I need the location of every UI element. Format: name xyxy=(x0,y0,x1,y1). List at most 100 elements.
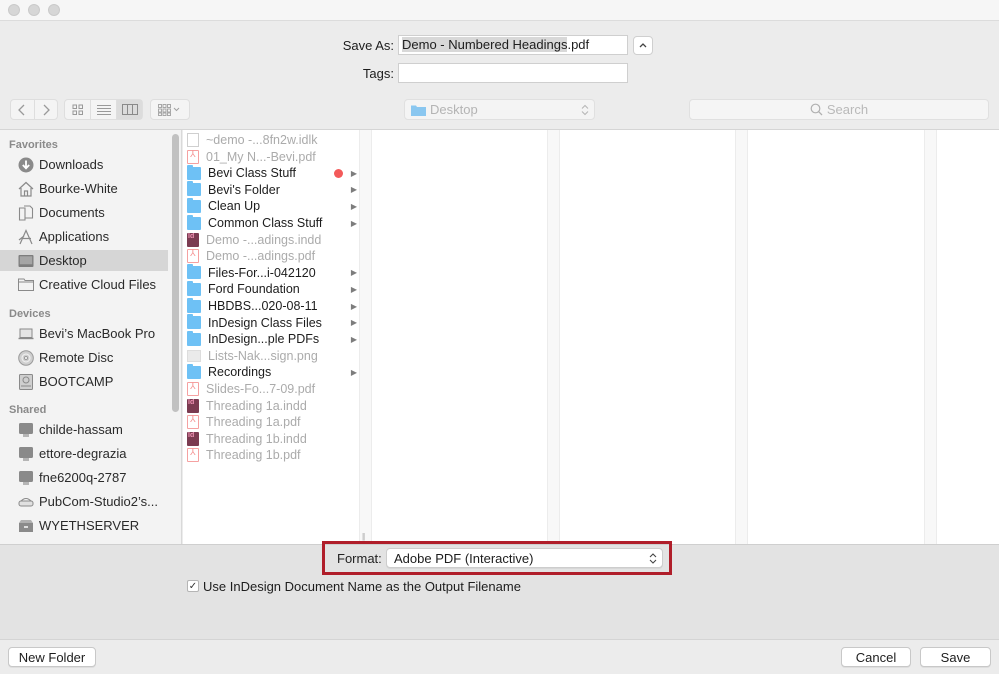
applications-icon xyxy=(17,228,34,245)
download-icon xyxy=(17,157,34,173)
file-name: HBDBS...020-08-11 xyxy=(208,299,318,313)
use-document-name-checkbox[interactable]: ✓ xyxy=(187,580,199,592)
folder-icon xyxy=(187,264,201,280)
file-name: Threading 1b.indd xyxy=(206,431,307,446)
file-name: Ford Foundation xyxy=(208,282,300,297)
file-name: Slides-Fo...7-09.pdf xyxy=(206,382,316,396)
disclosure-arrow-icon: ▶ xyxy=(350,218,357,228)
file-name: Threading 1a.pdf xyxy=(206,415,301,430)
sidebar-item-wyethserver[interactable]: WYETHSERVER xyxy=(0,515,168,536)
sidebar-item-label: Bevi’s MacBook Pro xyxy=(39,326,156,341)
sidebar-item-documents[interactable]: Documents xyxy=(0,202,168,223)
sidebar-scrollbar[interactable] xyxy=(172,134,179,412)
folder-row[interactable]: Bevi Class Stuff ▶ xyxy=(187,164,357,181)
pdf-file-icon xyxy=(187,149,199,164)
icon-view-button[interactable] xyxy=(65,100,91,119)
up-down-arrows-icon xyxy=(649,553,657,564)
file-row[interactable]: Demo -...adings.pdf xyxy=(187,248,357,264)
column-resize-handle[interactable]: || xyxy=(362,532,365,541)
file-name: Lists-Nak...sign.png xyxy=(208,348,318,363)
monitor-icon xyxy=(17,422,34,438)
folder-icon xyxy=(187,280,201,296)
folder-row[interactable]: Common Class Stuff ▶ xyxy=(187,214,357,231)
column-divider[interactable] xyxy=(359,130,372,545)
file-row[interactable]: Threading 1a.pdf xyxy=(187,414,357,430)
folder-icon xyxy=(187,164,201,180)
disclosure-arrow-icon: ▶ xyxy=(350,268,357,278)
folder-icon xyxy=(411,105,426,116)
save-button[interactable]: Save xyxy=(920,647,991,667)
disclosure-arrow-icon: ▶ xyxy=(350,318,357,328)
file-row[interactable]: Slides-Fo...7-09.pdf xyxy=(187,381,357,397)
sidebar-item-macbook-pro[interactable]: Bevi’s MacBook Pro xyxy=(0,323,168,344)
file-name: Bevi Class Stuff xyxy=(208,166,297,181)
file-row[interactable]: Threading 1a.indd xyxy=(187,398,357,414)
folder-row[interactable]: Files-For...i-042120 ▶ xyxy=(187,264,357,281)
file-row[interactable]: Threading 1b.pdf xyxy=(187,447,357,463)
folder-row[interactable]: Bevi's Folder ▶ xyxy=(187,181,357,198)
file-row[interactable]: 01_My N...-Bevi.pdf xyxy=(187,149,357,165)
folder-icon xyxy=(187,181,201,197)
list-view-button[interactable] xyxy=(91,100,117,119)
sidebar-item-label: Bourke-White xyxy=(39,181,118,196)
save-as-input[interactable]: Demo - Numbered Headings.pdf xyxy=(398,35,628,55)
zoom-window-button[interactable] xyxy=(48,4,60,16)
home-icon xyxy=(17,181,34,197)
folder-row[interactable]: Recordings ▶ xyxy=(187,363,357,380)
sidebar-item-label: Downloads xyxy=(39,157,104,172)
icon-view-icon xyxy=(72,104,83,115)
arrange-button[interactable] xyxy=(150,99,190,120)
folder-row[interactable]: Ford Foundation ▶ xyxy=(187,280,357,297)
file-row[interactable]: ~demo -...8fn2w.idlk xyxy=(187,132,357,148)
sidebar-item-label: WYETHSERVER xyxy=(39,518,140,533)
search-icon xyxy=(810,103,823,116)
sidebar-item-bootcamp[interactable]: BOOTCAMP xyxy=(0,371,168,392)
window-titlebar xyxy=(0,0,999,21)
new-folder-button[interactable]: New Folder xyxy=(8,647,96,667)
column-view-icon xyxy=(121,104,138,115)
folder-row[interactable]: Clean Up ▶ xyxy=(187,197,357,214)
sidebar-item-ettore-degrazia[interactable]: ettore-degrazia xyxy=(0,443,168,464)
file-row[interactable]: Lists-Nak...sign.png xyxy=(187,348,357,364)
disclosure-arrow-icon: ▶ xyxy=(350,301,357,311)
sidebar-item-bourke-white[interactable]: Bourke-White xyxy=(0,178,168,199)
folder-row[interactable]: HBDBS...020-08-11 ▶ xyxy=(187,297,357,314)
sidebar-item-label: fne6200q-2787 xyxy=(39,470,127,485)
file-name: Demo -...adings.pdf xyxy=(206,249,316,264)
folder-row[interactable]: InDesign Class Files ▶ xyxy=(187,314,357,331)
disc-icon xyxy=(17,349,34,366)
sidebar-item-label: PubCom-Studio2’s... xyxy=(39,494,158,509)
column-view-button[interactable] xyxy=(117,100,142,119)
indesign-file-icon xyxy=(187,431,199,446)
sidebar-item-downloads[interactable]: Downloads xyxy=(0,154,168,175)
sidebar-item-creative-cloud-files[interactable]: Creative Cloud Files xyxy=(0,274,168,295)
column-divider[interactable] xyxy=(547,130,560,545)
list-view-icon xyxy=(96,104,111,115)
image-file-icon xyxy=(187,349,201,362)
file-row[interactable]: Threading 1b.indd xyxy=(187,431,357,447)
column-divider[interactable] xyxy=(924,130,937,545)
folder-row[interactable]: InDesign...ple PDFs ▶ xyxy=(187,330,357,347)
sidebar-item-desktop[interactable]: Desktop xyxy=(0,250,168,271)
sidebar-item-fne6200q[interactable]: fne6200q-2787 xyxy=(0,467,168,488)
location-popup[interactable]: Desktop xyxy=(404,99,595,120)
folder-icon xyxy=(187,330,201,346)
sidebar-item-childe-hassam[interactable]: childe-hassam xyxy=(0,419,168,440)
file-row[interactable]: Demo -...adings.indd xyxy=(187,232,357,248)
disclosure-arrow-icon: ▶ xyxy=(350,185,357,195)
empty-column-4 xyxy=(748,130,924,545)
collapse-dialog-button[interactable] xyxy=(633,36,653,55)
back-button[interactable] xyxy=(11,100,35,119)
tags-input[interactable] xyxy=(398,63,628,83)
cancel-button[interactable]: Cancel xyxy=(841,647,911,667)
format-select[interactable]: Adobe PDF (Interactive) xyxy=(386,548,663,568)
search-field[interactable]: Search xyxy=(689,99,989,120)
sidebar-item-applications[interactable]: Applications xyxy=(0,226,168,247)
close-window-button[interactable] xyxy=(8,4,20,16)
sidebar-item-remote-disc[interactable]: Remote Disc xyxy=(0,347,168,368)
column-divider[interactable] xyxy=(735,130,748,545)
sidebar-item-pubcom-studio2[interactable]: PubCom-Studio2’s... xyxy=(0,491,168,512)
minimize-window-button[interactable] xyxy=(28,4,40,16)
desktop-icon xyxy=(17,253,34,269)
forward-button[interactable] xyxy=(35,100,58,119)
